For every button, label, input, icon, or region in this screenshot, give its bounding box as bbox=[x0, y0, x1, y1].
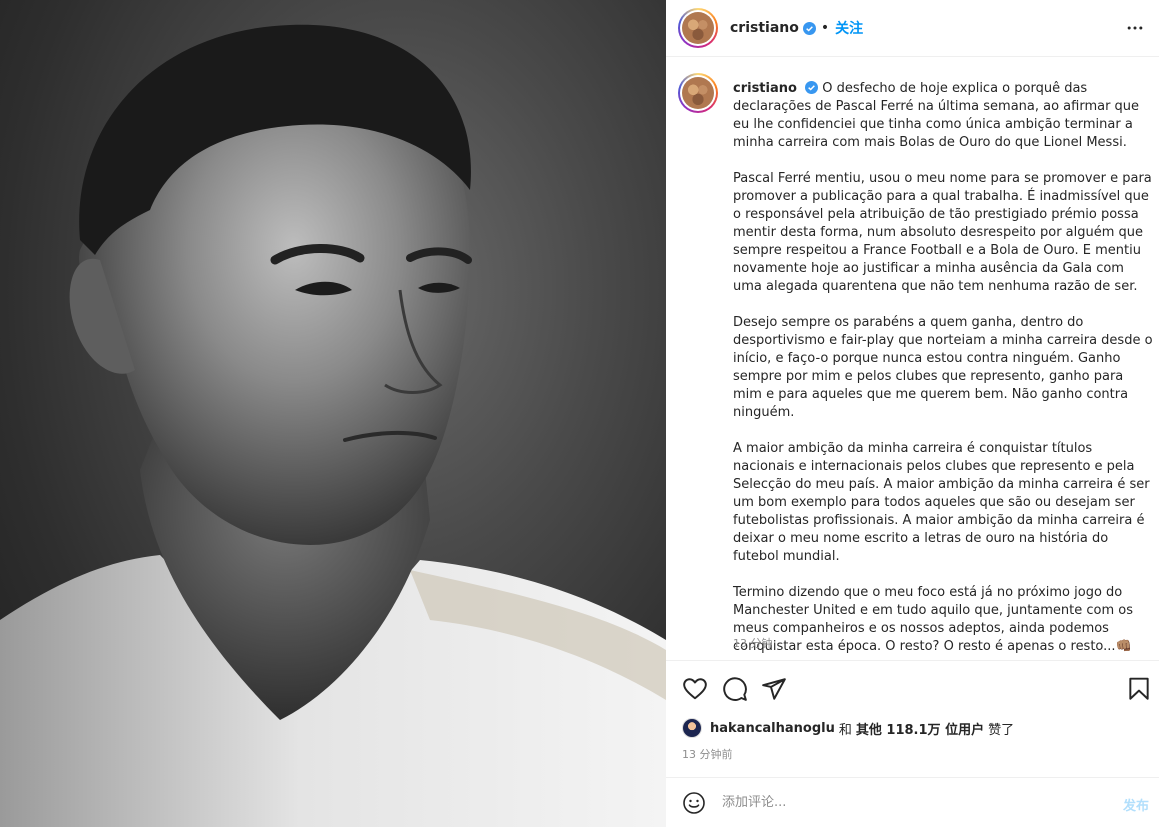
liker-avatar[interactable] bbox=[682, 718, 702, 738]
post-comment-button[interactable]: 发布 bbox=[1123, 795, 1149, 814]
author-avatar[interactable] bbox=[678, 8, 718, 48]
bookmark-icon[interactable] bbox=[1126, 676, 1152, 702]
post-panel: cristiano • 关注 cristiano O desfecho de h… bbox=[666, 0, 1159, 827]
portrait-illustration bbox=[0, 24, 666, 827]
caption-paragraph-3: Desejo sempre os parabéns a quem ganha, … bbox=[733, 315, 1153, 420]
post-photo bbox=[0, 0, 666, 827]
caption-paragraph-4: A maior ambição da minha carreira é conq… bbox=[733, 441, 1150, 564]
caption-author-avatar[interactable] bbox=[678, 73, 718, 113]
caption-time: 13 分钟 bbox=[733, 637, 773, 650]
liker-username[interactable]: hakancalhanoglu bbox=[710, 721, 835, 736]
verified-badge-icon bbox=[805, 81, 819, 94]
caption-section[interactable]: cristiano O desfecho de hoje explica o p… bbox=[666, 57, 1159, 661]
follow-button[interactable]: 关注 bbox=[835, 18, 863, 38]
emoji-icon[interactable] bbox=[682, 791, 706, 815]
post-timestamp[interactable]: 13 分钟前 bbox=[682, 746, 733, 762]
caption-paragraph-5: Termino dizendo que o meu foco está já n… bbox=[733, 585, 1134, 654]
caption-text: cristiano O desfecho de hoje explica o p… bbox=[733, 80, 1153, 660]
send-icon[interactable] bbox=[761, 676, 787, 702]
caption-paragraph: cristiano O desfecho de hoje explica o p… bbox=[733, 80, 1153, 152]
likes-and: 和 bbox=[838, 722, 852, 738]
caption-username[interactable]: cristiano bbox=[733, 81, 797, 96]
others-likes-link[interactable]: 其他 118.1万 位用户 bbox=[856, 719, 984, 738]
likes-suffix: 赞了 bbox=[988, 722, 1015, 738]
likes-summary: hakancalhanoglu 和 其他 118.1万 位用户 赞了 bbox=[682, 716, 1014, 740]
verified-badge-icon bbox=[802, 21, 816, 35]
heart-icon[interactable] bbox=[682, 676, 708, 702]
comment-icon[interactable] bbox=[722, 676, 748, 702]
post-header: cristiano • 关注 bbox=[666, 0, 1159, 57]
comment-bar: 发布 bbox=[666, 777, 1159, 827]
separator-dot: • bbox=[820, 20, 830, 36]
more-horizontal-icon[interactable] bbox=[1125, 18, 1145, 38]
comment-input[interactable] bbox=[722, 795, 1102, 810]
author-username[interactable]: cristiano bbox=[730, 20, 799, 36]
action-bar bbox=[666, 662, 1159, 714]
caption-paragraph-2: Pascal Ferré mentiu, usou o meu nome par… bbox=[733, 171, 1152, 294]
